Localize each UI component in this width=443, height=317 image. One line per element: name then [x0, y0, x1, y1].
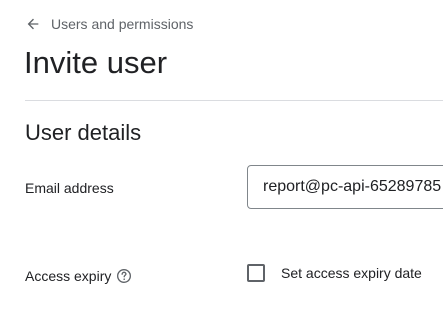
breadcrumb[interactable]: Users and permissions: [25, 16, 193, 32]
arrow-back-icon[interactable]: [25, 16, 41, 32]
access-expiry-label-group: Access expiry: [25, 268, 132, 284]
access-expiry-label: Access expiry: [25, 268, 112, 284]
email-address-label: Email address: [25, 180, 114, 196]
access-expiry-checkbox-label[interactable]: Set access expiry date: [281, 265, 422, 281]
access-expiry-checkbox[interactable]: [247, 264, 265, 282]
breadcrumb-link-users-and-permissions[interactable]: Users and permissions: [51, 16, 193, 32]
access-expiry-checkbox-row[interactable]: Set access expiry date: [247, 264, 422, 282]
section-title-user-details: User details: [25, 120, 142, 145]
help-circle-icon[interactable]: [116, 268, 132, 284]
invite-user-page: Users and permissions Invite user User d…: [0, 0, 443, 317]
email-address-input[interactable]: [247, 165, 443, 209]
divider: [25, 100, 443, 101]
page-title: Invite user: [24, 45, 168, 80]
